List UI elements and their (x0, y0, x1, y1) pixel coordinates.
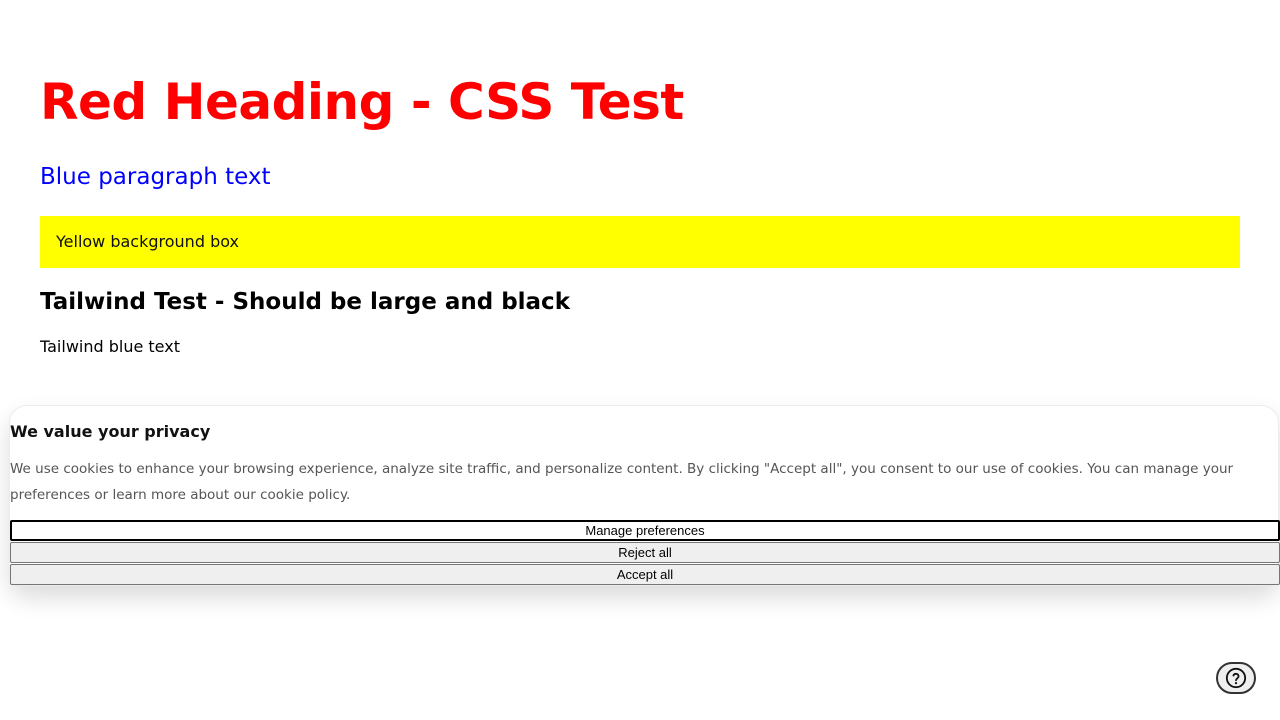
yellow-box: Yellow background box (40, 216, 1240, 268)
cookie-banner: We value your privacy We use cookies to … (9, 405, 1280, 586)
red-heading: Red Heading - CSS Test (40, 73, 684, 131)
blue-paragraph: Blue paragraph text (40, 164, 271, 190)
help-button[interactable] (1216, 662, 1256, 694)
cookie-description: We use cookies to enhance your browsing … (10, 461, 1234, 503)
manage-preferences-button[interactable]: Manage preferences (10, 520, 1280, 541)
reject-all-button[interactable]: Reject all (10, 542, 1280, 563)
help-circle-icon (1225, 667, 1247, 689)
tailwind-blue-text: Tailwind blue text (40, 337, 180, 356)
tailwind-heading: Tailwind Test - Should be large and blac… (40, 289, 570, 315)
accept-all-button[interactable]: Accept all (10, 564, 1280, 585)
cookie-title: We value your privacy (10, 422, 211, 441)
